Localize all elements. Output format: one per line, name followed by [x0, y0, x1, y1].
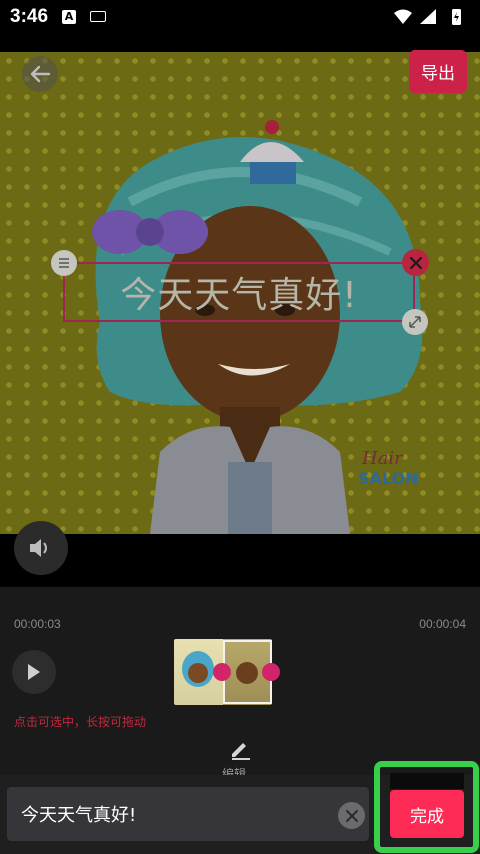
- export-button[interactable]: 导出: [409, 50, 467, 93]
- wifi-icon: [394, 9, 412, 24]
- text-overlay-box[interactable]: 今天天气真好!: [63, 262, 415, 322]
- svg-text:SALON: SALON: [358, 469, 419, 488]
- status-bar: 3:46 A: [0, 0, 480, 52]
- clear-text-button[interactable]: [338, 802, 365, 829]
- close-icon: [345, 809, 358, 822]
- status-icons: [394, 9, 461, 25]
- play-icon: [28, 664, 40, 680]
- text-resize-handle[interactable]: [402, 309, 428, 335]
- text-input-container: [7, 787, 369, 841]
- text-input[interactable]: [21, 787, 321, 841]
- pencil-icon[interactable]: [228, 736, 252, 760]
- status-time: 3:46: [10, 6, 49, 27]
- clip-trim-handle-right[interactable]: [262, 663, 280, 681]
- text-delete-button[interactable]: [402, 249, 429, 276]
- svg-text:Hair: Hair: [361, 448, 404, 469]
- speaker-icon: [30, 539, 47, 557]
- timeline-end-time: 00:00:04: [419, 617, 466, 631]
- done-button-top: [390, 773, 464, 789]
- text-menu-handle[interactable]: [51, 250, 77, 276]
- volume-button[interactable]: [14, 521, 68, 575]
- notification-a-icon: A: [62, 10, 76, 24]
- play-button[interactable]: [12, 650, 56, 694]
- timeline-start-time: 00:00:03: [14, 617, 61, 631]
- clip-trim-handle-left[interactable]: [213, 663, 231, 681]
- close-icon: [409, 256, 422, 269]
- keyboard-icon: [90, 11, 106, 22]
- menu-icon: [59, 258, 69, 268]
- signal-icon: [420, 9, 436, 24]
- resize-icon: [409, 316, 421, 328]
- text-overlay[interactable]: 今天天气真好!: [65, 264, 413, 320]
- timeline-hint: 点击可选中，长按可拖动: [14, 715, 147, 729]
- done-button[interactable]: 完成: [390, 790, 464, 838]
- back-button[interactable]: [22, 56, 58, 92]
- arrow-left-icon: [30, 65, 51, 83]
